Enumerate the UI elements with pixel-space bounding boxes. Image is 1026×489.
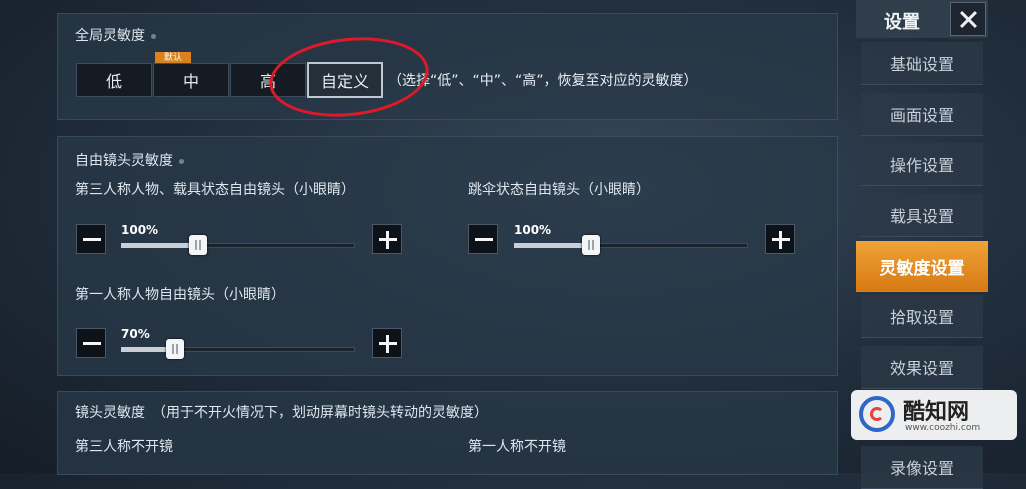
first-person-minus-button[interactable] xyxy=(76,328,106,358)
watermark-name: 酷知网 xyxy=(903,400,970,425)
free-camera-title: 自由镜头灵敏度 xyxy=(75,150,184,170)
first-person-free-label: 第一人称人物自由镜头（小眼睛） xyxy=(75,287,285,303)
nav-item-controls[interactable]: 操作设置 xyxy=(861,143,983,186)
parachute-free-slider[interactable]: 100% xyxy=(514,223,748,259)
title-dot-icon xyxy=(151,33,156,39)
watermark: 酷知网 www.coozhi.com xyxy=(851,390,1017,440)
slider-thumb[interactable] xyxy=(582,235,600,255)
close-icon[interactable] xyxy=(950,2,986,36)
parachute-free-label: 跳伞状态自由镜头（小眼睛） xyxy=(468,182,650,198)
minus-icon xyxy=(475,238,493,241)
watermark-url: www.coozhi.com xyxy=(905,423,981,433)
slider-value: 100% xyxy=(514,223,552,237)
slider-thumb[interactable] xyxy=(166,339,184,359)
parachute-plus-button[interactable] xyxy=(765,224,795,254)
minus-icon xyxy=(83,342,101,345)
nav-item-sensitivity[interactable]: 灵敏度设置 xyxy=(856,241,988,292)
settings-header: 设置 xyxy=(856,0,988,38)
nav-item-graphics[interactable]: 画面设置 xyxy=(861,93,983,136)
sensitivity-low-button[interactable]: 低 xyxy=(76,63,152,97)
third-person-plus-button[interactable] xyxy=(372,224,402,254)
slider-fill xyxy=(514,243,591,248)
slider-value: 100% xyxy=(121,223,159,237)
minus-icon xyxy=(83,238,101,241)
nav-item-vehicle[interactable]: 载具设置 xyxy=(861,194,983,237)
nav-item-pickup[interactable]: 拾取设置 xyxy=(861,295,983,338)
parachute-minus-button[interactable] xyxy=(468,224,498,254)
slider-thumb[interactable] xyxy=(189,235,207,255)
coozhi-logo-icon xyxy=(859,396,895,432)
slider-fill xyxy=(121,243,198,248)
title-dot-icon xyxy=(179,158,184,164)
third-person-no-scope-label: 第三人称不开镜 xyxy=(75,439,173,455)
global-sensitivity-hint: （选择“低”、“中”、“高”，恢复至对应的灵敏度） xyxy=(388,73,698,89)
slider-value: 70% xyxy=(121,327,150,341)
nav-item-effects[interactable]: 效果设置 xyxy=(861,346,983,389)
global-sensitivity-title: 全局灵敏度 xyxy=(75,25,156,45)
first-person-plus-button[interactable] xyxy=(372,328,402,358)
first-person-free-slider[interactable]: 70% xyxy=(121,327,355,363)
nav-item-basic[interactable]: 基础设置 xyxy=(861,42,983,85)
third-person-free-label: 第三人称人物、载具状态自由镜头（小眼睛） xyxy=(75,182,355,198)
third-person-free-slider[interactable]: 100% xyxy=(121,223,355,259)
third-person-minus-button[interactable] xyxy=(76,224,106,254)
first-person-no-scope-label: 第一人称不开镜 xyxy=(468,439,566,455)
lens-sensitivity-title: 镜头灵敏度 （用于不开火情况下，划动屏幕时镜头转动的灵敏度） xyxy=(75,405,488,421)
sensitivity-medium-button[interactable]: 中 xyxy=(153,63,229,97)
nav-item-replay[interactable]: 录像设置 xyxy=(861,446,983,489)
settings-title: 设置 xyxy=(884,12,920,33)
